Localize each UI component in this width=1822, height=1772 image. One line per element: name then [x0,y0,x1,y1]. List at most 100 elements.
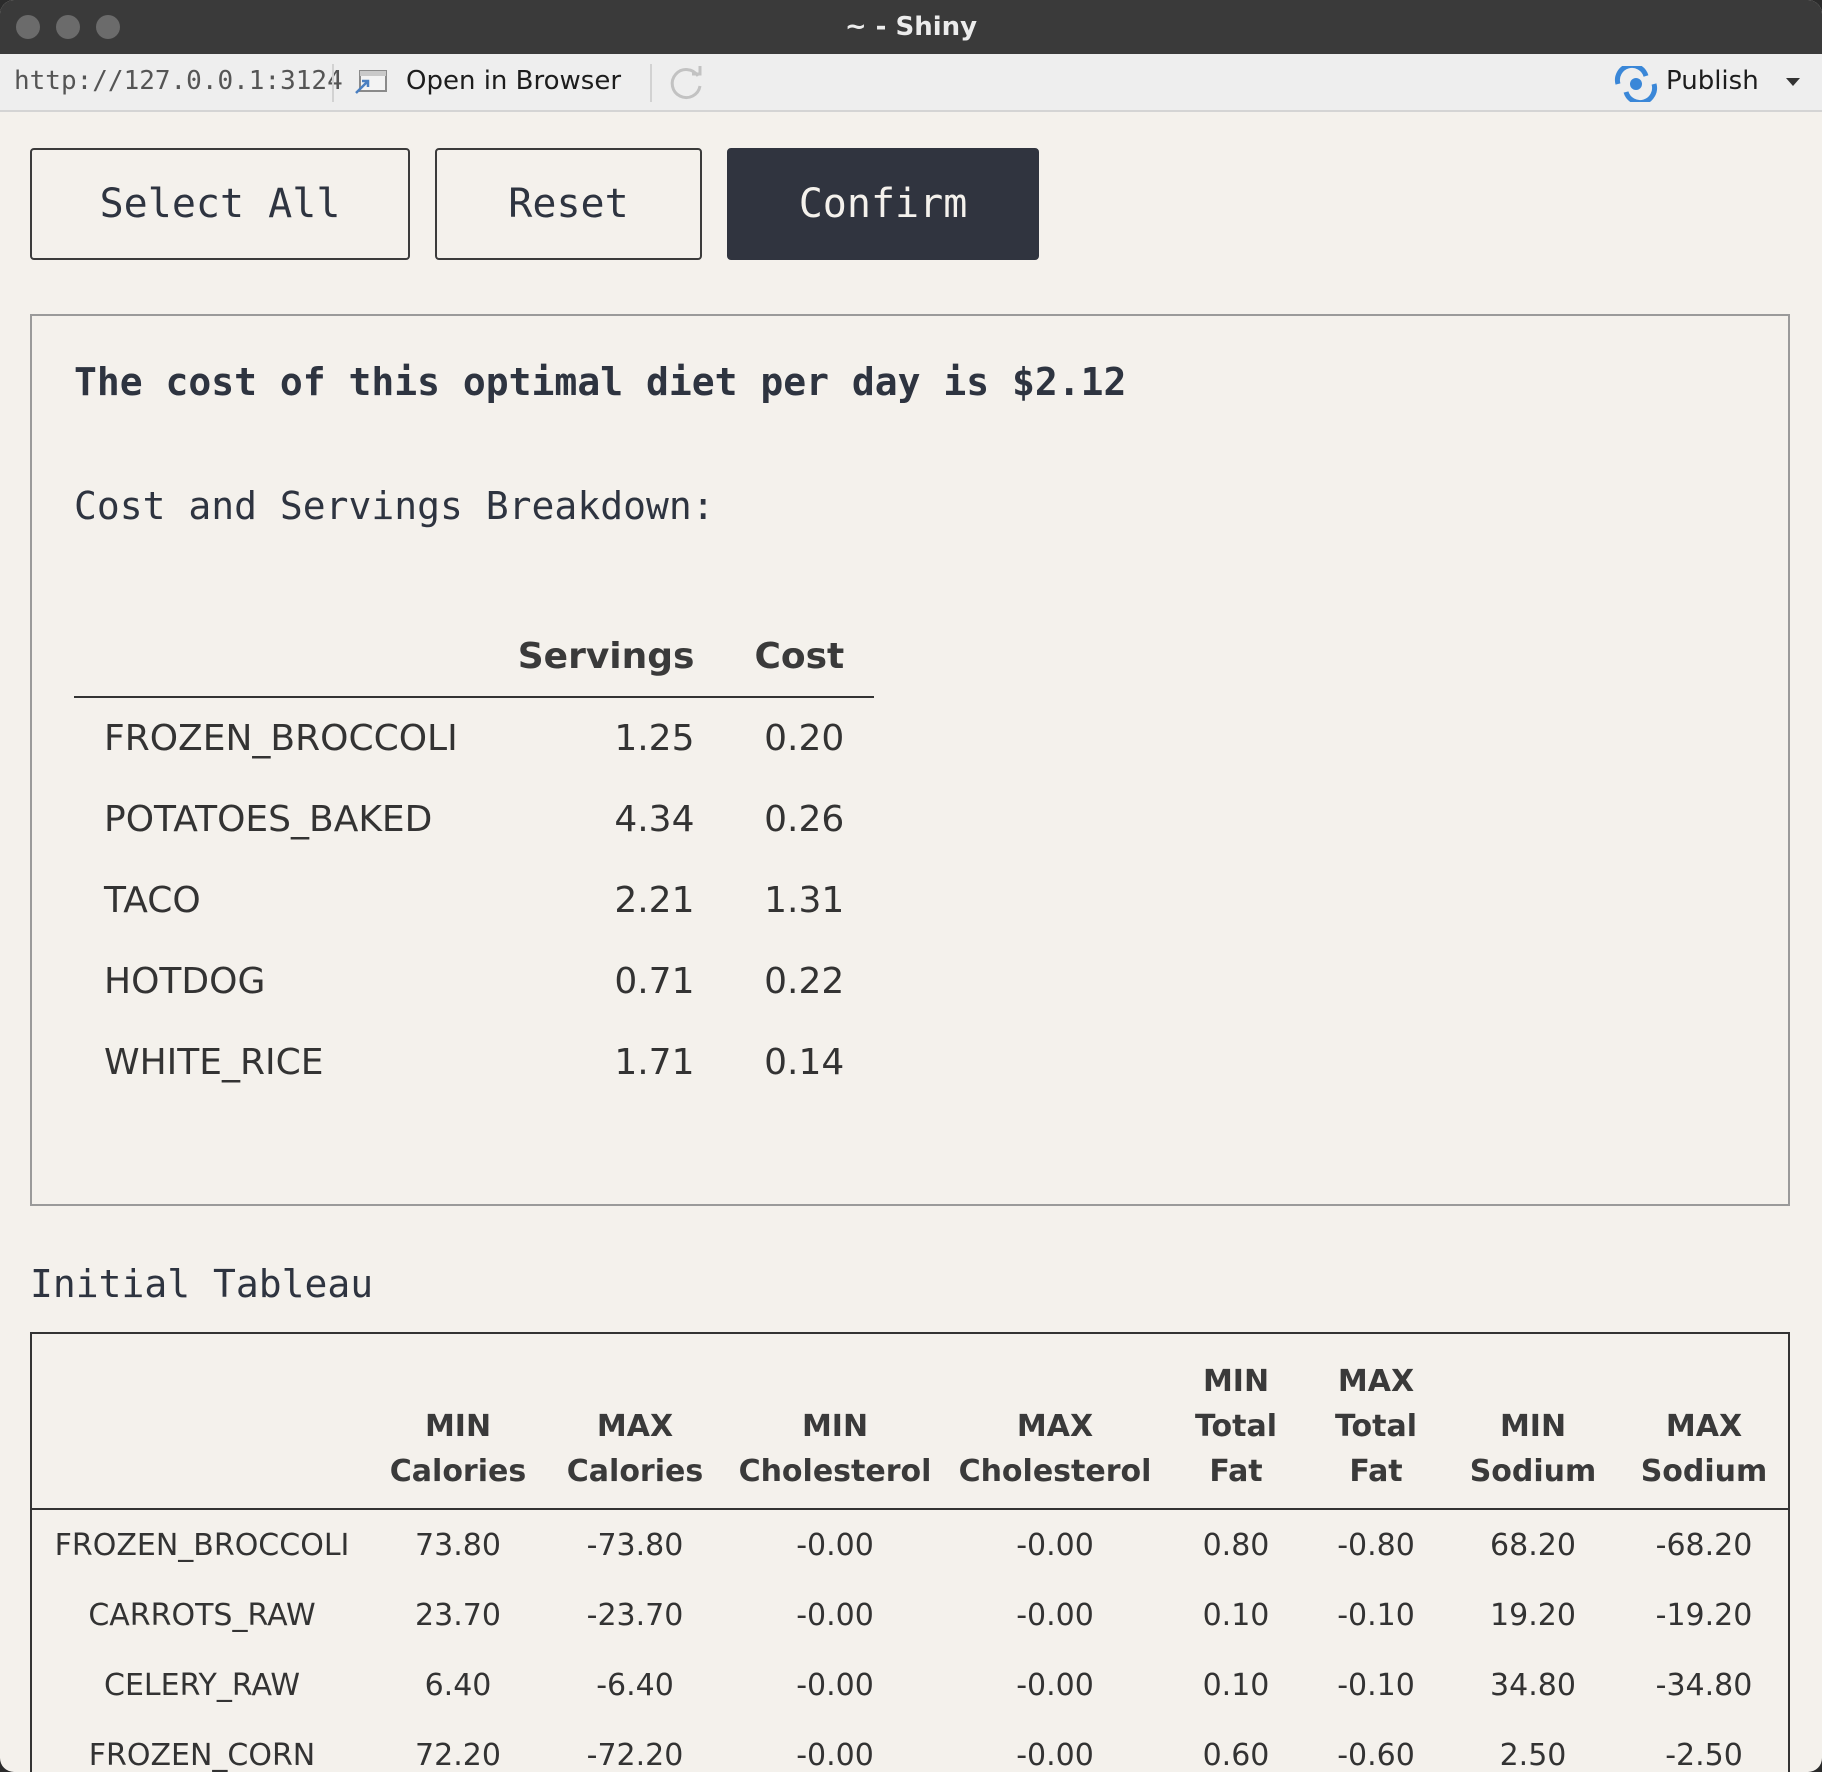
table-cell: -0.60 [1337,1737,1415,1772]
header-line: Fat [1349,1454,1403,1489]
table-cell: -0.00 [796,1737,874,1772]
table-cell: -0.00 [1016,1667,1094,1703]
table-cell: -0.00 [796,1667,874,1703]
table-cell: -19.20 [1655,1597,1753,1633]
table-cell: -0.00 [796,1527,874,1563]
select-all-button[interactable]: Select All [30,148,410,260]
header-line: Fat [1209,1454,1263,1489]
table-cell: -0.00 [1016,1597,1094,1633]
header-line: MIN [424,1409,492,1444]
viewer-toolbar: http://127.0.0.1:3124 Open in Browser Pu… [0,54,1822,112]
row-label: CELERY_RAW [104,1667,300,1703]
header-line: MIN [1202,1364,1270,1399]
header-line: MIN [801,1409,869,1444]
cost-value: 0.14 [764,1042,845,1083]
table-cell: -72.20 [586,1737,684,1772]
app-window: ~ - Shiny http://127.0.0.1:3124 Open in … [0,0,1822,1772]
table-row: WHITE_RICE 1.71 0.14 [74,1022,874,1103]
food-name: TACO [104,880,201,921]
table-row: POTATOES_BAKED 4.34 0.26 [74,779,874,860]
table-row: CARROTS_RAW 23.70 -23.70 -0.00 -0.00 0.10 -0.1… [32,1580,1788,1650]
table-cell: 0.10 [1202,1667,1270,1703]
confirm-button[interactable]: Confirm [727,148,1039,260]
column-header: MIN Total Fat [1166,1334,1306,1510]
header-line: MAX [1016,1409,1094,1444]
table-cell: -0.10 [1337,1597,1415,1633]
table-cell: 2.50 [1499,1737,1567,1772]
food-name: WHITE_RICE [104,1042,324,1083]
table-cell: 0.80 [1202,1527,1270,1563]
table-cell: -0.10 [1337,1667,1415,1703]
tableau-container: MIN Calories MAX Calories MIN Cholesterol M… [30,1332,1790,1772]
refresh-icon[interactable] [668,64,706,102]
header-line: MAX [596,1409,674,1444]
breakdown-table: Servings Cost FROZEN_BROCCOLI 1.25 0.20 … [74,616,875,1103]
table-cell: 0.10 [1202,1597,1270,1633]
cost-value: 0.20 [764,718,845,759]
column-header [74,616,488,698]
table-row: HOTDOG 0.71 0.22 [74,941,874,1022]
column-header: MAX Cholesterol [944,1334,1166,1510]
tableau-table: MIN Calories MAX Calories MIN Cholesterol M… [32,1334,1788,1772]
column-header-cost: Cost [724,616,875,698]
publish-dropdown-icon[interactable] [1786,78,1800,86]
open-in-browser-icon[interactable] [354,67,390,97]
table-cell: -73.80 [586,1527,684,1563]
header-line: Sodium [1640,1454,1768,1489]
table-cell: 6.40 [424,1667,492,1703]
header-line: Total [1195,1409,1277,1444]
url-display[interactable]: http://127.0.0.1:3124 [14,66,343,96]
servings-value: 2.21 [614,880,695,921]
tableau-header-row: MIN Calories MAX Calories MIN Cholesterol M… [32,1334,1788,1510]
food-name: POTATOES_BAKED [104,799,433,840]
table-cell: 73.80 [415,1527,501,1563]
reset-button[interactable]: Reset [435,148,702,260]
column-header: MIN Calories [372,1334,544,1510]
row-label: CARROTS_RAW [88,1597,316,1633]
open-in-browser-button[interactable]: Open in Browser [406,66,621,96]
cost-summary: The cost of this optimal diet per day is… [74,360,1127,404]
table-cell: 0.60 [1202,1737,1270,1772]
servings-value: 0.71 [614,961,695,1002]
column-header: MIN Cholesterol [726,1334,944,1510]
header-line: Total [1335,1409,1417,1444]
app-content: Select All Reset Confirm The cost of thi… [0,112,1822,1772]
table-row: FROZEN_BROCCOLI 1.25 0.20 [74,697,874,779]
table-row: TACO 2.21 1.31 [74,860,874,941]
header-line: MAX [1665,1409,1743,1444]
result-panel: The cost of this optimal diet per day is… [30,314,1790,1206]
publish-icon[interactable] [1614,66,1658,102]
column-header [32,1334,372,1510]
table-cell: -0.00 [1016,1527,1094,1563]
column-header: MAX Sodium [1620,1334,1788,1510]
row-label: FROZEN_BROCCOLI [54,1527,350,1563]
table-cell: -6.40 [596,1667,674,1703]
table-row: CELERY_RAW 6.40 -6.40 -0.00 -0.00 0.10 -0.10 34… [32,1650,1788,1720]
table-cell: 19.20 [1490,1597,1576,1633]
breakdown-heading: Cost and Servings Breakdown: [74,484,715,528]
header-line: Calories [389,1454,527,1489]
publish-button[interactable]: Publish [1666,66,1759,96]
header-line: MAX [1337,1364,1415,1399]
header-line: Cholesterol [738,1454,932,1489]
table-row: FROZEN_CORN 72.20 -72.20 -0.00 -0.00 0.60 -0.6… [32,1720,1788,1772]
header-line: Calories [566,1454,704,1489]
table-cell: -0.00 [1016,1737,1094,1772]
servings-value: 4.34 [614,799,695,840]
table-cell: 34.80 [1490,1667,1576,1703]
servings-value: 1.25 [614,718,695,759]
row-label: FROZEN_CORN [88,1737,316,1772]
food-name: FROZEN_BROCCOLI [104,718,458,759]
table-cell: -0.00 [796,1597,874,1633]
header-line: Sodium [1469,1454,1597,1489]
cost-value: 0.22 [764,961,845,1002]
window-title: ~ - Shiny [844,12,978,42]
column-header: MAX Calories [544,1334,726,1510]
table-cell: -0.80 [1337,1527,1415,1563]
table-row: FROZEN_BROCCOLI 73.80 -73.80 -0.00 -0.00 0.80… [32,1509,1788,1580]
servings-value: 1.71 [614,1042,695,1083]
cost-value: 0.26 [764,799,845,840]
table-cell: -68.20 [1655,1527,1753,1563]
table-cell: 68.20 [1490,1527,1576,1563]
table-cell: -2.50 [1665,1737,1743,1772]
